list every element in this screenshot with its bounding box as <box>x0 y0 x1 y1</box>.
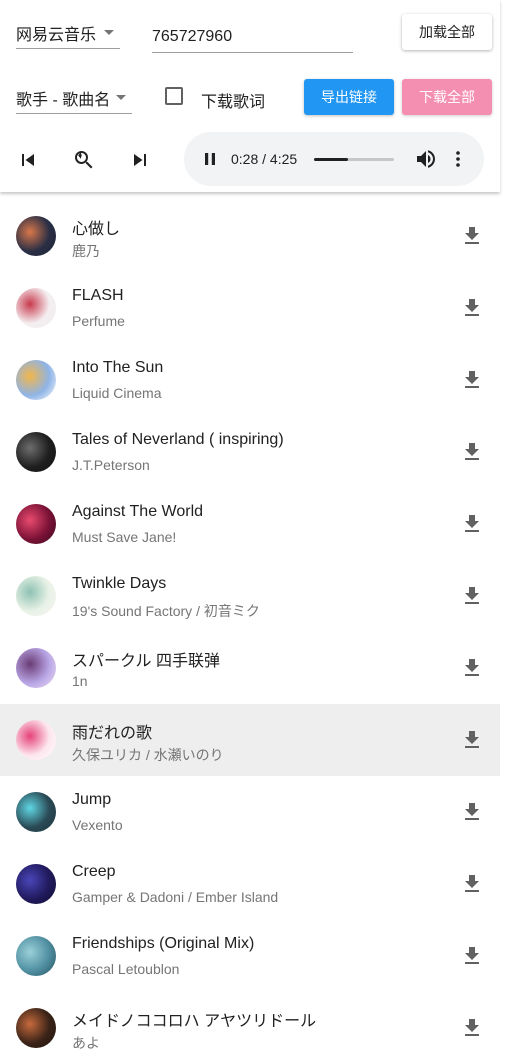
song-title: Jump <box>72 791 112 808</box>
song-artist: 1n <box>72 673 88 689</box>
search-replay-icon[interactable] <box>72 148 96 172</box>
song-title: Against The World <box>72 503 204 520</box>
album-cover <box>16 576 56 616</box>
source-select[interactable]: 网易云音乐 <box>16 18 120 49</box>
seek-bar[interactable] <box>314 158 394 161</box>
song-list-item[interactable]: 心做し 鹿乃 <box>0 200 500 272</box>
album-cover <box>16 792 56 832</box>
download-icon[interactable] <box>460 728 484 752</box>
chevron-down-icon <box>116 94 126 100</box>
export-links-button[interactable]: 导出链接 <box>304 79 394 115</box>
download-all-button[interactable]: 下载全部 <box>402 79 492 115</box>
download-icon[interactable] <box>460 584 484 608</box>
album-cover <box>16 504 56 544</box>
download-icon[interactable] <box>460 440 484 464</box>
load-all-button[interactable]: 加载全部 <box>402 14 492 50</box>
song-title: Twinkle Days <box>72 575 167 592</box>
song-artist: Pascal Letoublon <box>72 961 180 977</box>
song-artist: Gamper & Dadoni / Ember Island <box>72 889 279 905</box>
player-time: 0:28 / 4:25 <box>231 151 298 167</box>
song-list-item[interactable]: Jump Vexento <box>0 776 500 848</box>
song-title: Creep <box>72 863 116 880</box>
song-title: Friendships (Original Mix) <box>72 935 255 952</box>
chevron-down-icon <box>104 30 114 35</box>
song-list: 心做し鹿乃 FLASH Perfume Into The Sun Liquid Cine… <box>0 200 500 1059</box>
song-artist: Perfume <box>72 313 125 329</box>
download-icon[interactable] <box>460 944 484 968</box>
download-icon[interactable] <box>460 296 484 320</box>
song-artist: 19's Sound Factory / 初音ミク <box>72 603 260 619</box>
album-cover <box>16 432 56 472</box>
album-cover <box>16 648 56 688</box>
toolbar-panel: 网易云音乐 加载全部 歌手 - 歌曲名 下载歌词 导出链接 下载全部 0:28 … <box>0 0 500 192</box>
download-icon[interactable] <box>460 512 484 536</box>
more-vertical-icon[interactable] <box>446 147 470 171</box>
song-title: Into The Sun <box>72 359 164 376</box>
download-icon[interactable] <box>460 872 484 896</box>
filename-format-select[interactable]: 歌手 - 歌曲名 <box>16 82 132 114</box>
download-icon[interactable] <box>460 368 484 392</box>
song-list-item[interactable]: Friendships (Original Mix) Pascal Letoubl… <box>0 920 500 992</box>
song-list-item[interactable]: Against The World Must Save Jane! <box>0 488 500 560</box>
pause-icon[interactable] <box>198 147 222 171</box>
song-artist: あよ <box>72 1035 100 1051</box>
volume-icon[interactable] <box>414 147 438 171</box>
album-cover <box>16 720 56 760</box>
song-list-item[interactable]: スパークル 四手联弹 1n <box>0 632 500 704</box>
download-icon[interactable] <box>460 224 484 248</box>
download-icon[interactable] <box>460 1016 484 1040</box>
filename-format-value: 歌手 - 歌曲名 <box>16 91 111 109</box>
song-title: FLASH <box>72 287 124 304</box>
playlist-id-input[interactable] <box>152 22 353 53</box>
song-artist: Must Save Jane! <box>72 529 177 545</box>
song-list-item[interactable]: FLASH Perfume <box>0 272 500 344</box>
song-title: メイドノココロハ アヤツリドール <box>72 1013 317 1030</box>
song-artist: 久保ユリカ / 水瀬いのり <box>72 747 224 763</box>
song-artist: 鹿乃 <box>72 243 100 259</box>
lyrics-checkbox[interactable] <box>165 87 183 105</box>
source-select-value: 网易云音乐 <box>16 27 97 44</box>
song-list-item[interactable]: Twinkle Days 19's Sound Factory / 初音ミク <box>0 560 500 632</box>
song-title: 心做し <box>72 221 121 238</box>
song-artist: Liquid Cinema <box>72 385 162 401</box>
lyrics-checkbox-label: 下载歌词 <box>201 94 266 111</box>
album-cover <box>16 864 56 904</box>
song-list-item[interactable]: Into The Sun Liquid Cinema <box>0 344 500 416</box>
song-list-item[interactable]: メイドノココロハ アヤツリドール あよ <box>0 992 500 1059</box>
album-cover <box>16 1008 56 1048</box>
skip-next-icon[interactable] <box>128 148 152 172</box>
song-artist: Vexento <box>72 817 123 833</box>
album-cover <box>16 360 56 400</box>
song-list-item[interactable]: Tales of Neverland ( inspiring) J.T.Peter… <box>0 416 500 488</box>
skip-previous-icon[interactable] <box>16 148 40 172</box>
album-cover <box>16 936 56 976</box>
song-title: Tales of Neverland ( inspiring) <box>72 431 284 448</box>
seek-bar-progress <box>314 158 348 161</box>
album-cover <box>16 288 56 328</box>
song-title: スパークル 四手联弹 <box>72 653 220 670</box>
download-icon[interactable] <box>460 656 484 680</box>
song-artist: J.T.Peterson <box>72 457 150 473</box>
album-cover <box>16 216 56 256</box>
song-list-item[interactable]: 雨だれの歌久保ユリカ / 水瀬いのり <box>0 704 500 776</box>
audio-player: 0:28 / 4:25 <box>184 132 484 186</box>
song-title: 雨だれの歌 <box>72 725 153 742</box>
song-list-item[interactable]: Creep Gamper & Dadoni / Ember Island <box>0 848 500 920</box>
download-icon[interactable] <box>460 800 484 824</box>
